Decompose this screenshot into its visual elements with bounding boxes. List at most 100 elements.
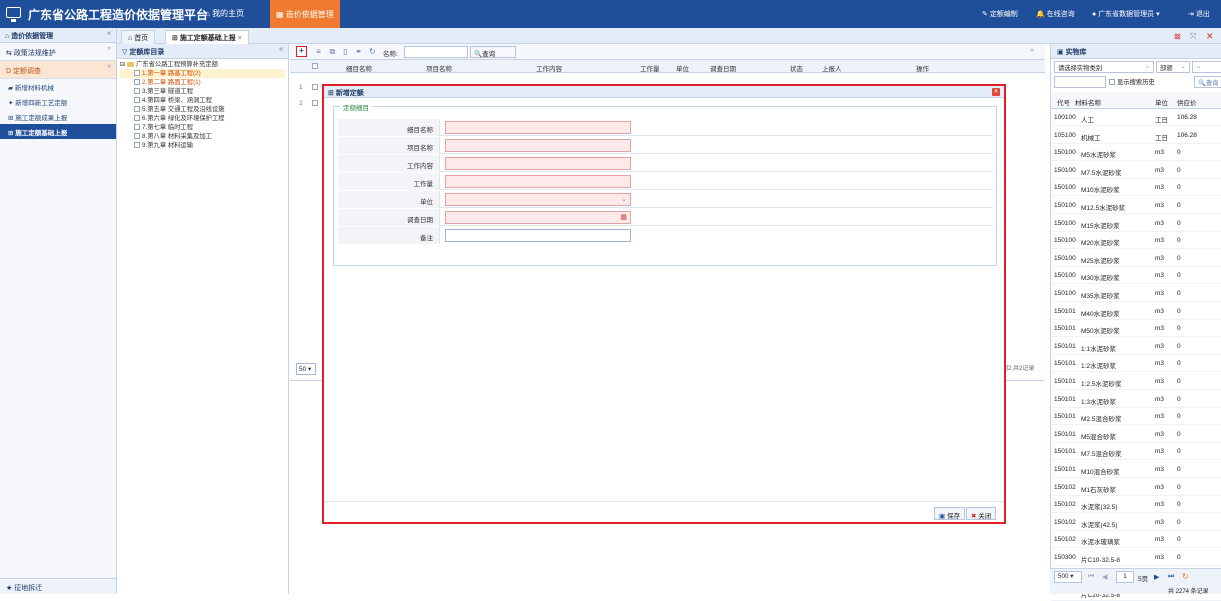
column-header[interactable]: 单位 [1155,97,1168,107]
column-header[interactable]: 项目名称 [426,63,452,73]
table-row[interactable]: 150101 1:1水泥砂浆 m3 0 [1051,338,1221,355]
material-search-input[interactable] [1054,76,1106,88]
tab-home[interactable]: ⌂ 首页 [121,30,156,44]
online-consult-link[interactable]: 🔔 在线咨询 [1036,9,1075,19]
unit-select[interactable]: ⌄ [445,193,631,206]
project-name-field[interactable] [445,139,631,152]
tree-node[interactable]: 3.第三章 隧道工程 [120,87,285,96]
copy-icon[interactable]: ⧉ [328,47,337,56]
tree-node[interactable]: 7.第七章 临时工程 [120,123,285,132]
column-header[interactable]: 材料名称 [1075,97,1101,107]
table-row[interactable]: 150100 M10水泥砂浆 m3 0 [1051,179,1221,197]
row-checkbox[interactable] [312,100,318,106]
table-row[interactable]: 150101 1:2.5水泥砂浆 m3 0 [1051,373,1221,390]
table-row[interactable]: 150101 M7.5混合砂浆 m3 0 [1051,443,1221,461]
column-header[interactable]: 操作 [916,63,929,73]
refresh-icon[interactable]: ↻ [1182,572,1189,581]
column-header[interactable]: 供应价 [1177,97,1197,107]
section-quota-survey[interactable]: D 定额调查 « [0,61,116,79]
table-row[interactable]: 150102 水泥浆(32.5) m3 0 [1051,496,1221,514]
column-header[interactable]: 工作内容 [536,63,562,73]
tree-node[interactable]: 9.第九章 材料运输 [120,141,285,150]
table-row[interactable]: 150101 M2.5混合砂浆 m3 0 [1051,408,1221,426]
table-row[interactable]: 150102 M1石灰砂浆 m3 0 [1051,479,1221,496]
paste-icon[interactable]: ▯ [341,47,350,56]
scope-select[interactable]: 部颁 ⌄ [1156,61,1190,73]
table-row[interactable]: 150101 M5混合砂浆 m3 0 [1051,426,1221,443]
table-row[interactable]: 150100 M12.5水泥砂浆 m3 0 [1051,197,1221,214]
survey-date-field[interactable]: ▦ [445,211,631,224]
close-icon[interactable]: × [238,35,242,42]
table-row[interactable]: 150300 片C10-32.5-8 m3 0 [1051,549,1221,566]
calendar-icon[interactable]: ▦ [620,213,627,221]
table-row[interactable]: 150101 M10混合砂浆 m3 0 [1051,461,1221,478]
item-name-field[interactable] [445,121,631,134]
next-page-icon[interactable]: ▶ [1154,573,1159,581]
user-menu[interactable]: ● 广东省数据管理员 ▾ [1092,9,1160,19]
table-row[interactable]: 150100 M7.5水泥砂浆 m3 0 [1051,162,1221,179]
tree-node[interactable]: 1.第一章 路基工程(2) [120,69,285,78]
logout-link[interactable]: ⇥ 退出 [1188,9,1210,19]
sidebar-item-new-process[interactable]: ✦ 新增四新工艺定额 [0,94,116,109]
column-header[interactable]: 调查日期 [710,63,736,73]
tree-node[interactable]: 5.第五章 交通工程及沿线设施 [120,105,285,114]
quota-edit-link[interactable]: ✎ 定额编制 [982,9,1018,19]
workload-field[interactable] [445,175,631,188]
column-header[interactable]: 代号 [1057,97,1070,107]
table-row[interactable]: 150102 水泥水玻璃浆 m3 0 [1051,531,1221,549]
tree-node[interactable]: 6.第六章 绿化及环境保护工程 [120,114,285,123]
close-icon[interactable]: × [992,88,1000,96]
page-input[interactable]: 1 [1116,571,1134,583]
restore-icon[interactable]: ⊠ [1174,32,1181,41]
section-land-acquisition[interactable]: ★ 征地拆迁 [0,578,116,594]
select-all-checkbox[interactable] [312,63,318,69]
search-button[interactable]: 🔍查询 [470,46,516,58]
column-header[interactable]: 细目名称 [346,63,372,73]
add-icon[interactable]: + [296,46,307,57]
column-header[interactable]: 状态 [790,63,803,73]
material-query-button[interactable]: 🔍查询 [1194,76,1221,88]
refresh-icon[interactable]: ↻ [368,47,377,56]
table-row[interactable]: 150101 1:2水泥砂浆 m3 0 [1051,355,1221,373]
close-button[interactable]: ✖ 关闭 [966,507,997,520]
table-row[interactable]: 150101 M50水泥砂浆 m3 0 [1051,320,1221,338]
search-input[interactable] [404,46,468,58]
row-checkbox[interactable] [312,84,318,90]
table-row[interactable]: 150100 M30水泥砂浆 m3 0 [1051,267,1221,285]
column-header[interactable]: 上报人 [822,63,842,73]
tree-node[interactable]: 4.第四章 桥梁、涵洞工程 [120,96,285,105]
work-content-field[interactable] [445,157,631,170]
secondary-select[interactable]: ⌄ [1192,61,1221,73]
table-row[interactable]: 150100 M35水泥砂浆 m3 0 [1051,285,1221,302]
tab-basic-report[interactable]: ⊞ 施工定额基础上报 × [165,30,249,44]
material-page-size[interactable]: 500 ▾ [1054,571,1082,583]
table-row[interactable]: 150102 水泥浆(42.5) m3 0 [1051,514,1221,531]
tree-node[interactable]: 2.第二章 路面工程(1) [120,78,285,87]
sidebar-item-new-material[interactable]: ▰ 新增材料机械 [0,79,116,94]
expand-icon[interactable]: » [1030,47,1034,54]
table-row[interactable]: 100100 人工 工日 106.28 [1051,109,1221,126]
prev-page-icon[interactable]: ◀ [1102,573,1107,581]
table-row[interactable]: 150100 M5水泥砂浆 m3 0 [1051,144,1221,162]
table-row[interactable]: 150101 M40水泥砂浆 m3 0 [1051,303,1221,320]
save-button[interactable]: ▣ 保存 [934,507,965,520]
table-row[interactable]: 150101 1:3水泥砂浆 m3 0 [1051,391,1221,408]
maximize-icon[interactable]: ⤧ [1190,32,1196,42]
table-row[interactable]: 150100 M20水泥砂浆 m3 0 [1051,232,1221,250]
table-row[interactable]: 105100 机械工 工日 106.28 [1051,127,1221,144]
collapse-icon[interactable]: « [107,30,111,37]
collapse-icon[interactable]: « [279,46,283,53]
show-history-toggle[interactable]: 显示搜索历史 [1109,77,1155,86]
tree-node[interactable]: 8.第八章 材料采集及加工 [120,132,285,141]
close-icon[interactable]: ✕ [1206,31,1214,42]
link-icon[interactable]: ⚭ [354,47,363,56]
column-header[interactable]: 单位 [676,63,689,73]
table-row[interactable]: 150100 M25水泥砂浆 m3 0 [1051,250,1221,267]
sidebar-item-basic-report[interactable]: ⊞ 施工定额基础上报 [0,124,116,139]
remark-field[interactable] [445,229,631,242]
column-header[interactable]: 工作量 [640,63,660,73]
section-policy[interactable]: ⇆ 政策法规维护» [0,43,116,61]
tab-cost-basis[interactable]: ▦ 造价依据管理 [270,0,340,28]
history-checkbox[interactable] [1109,79,1115,86]
tree-root[interactable]: ⊟ 广东省公路工程预算补充定额 [120,60,285,69]
